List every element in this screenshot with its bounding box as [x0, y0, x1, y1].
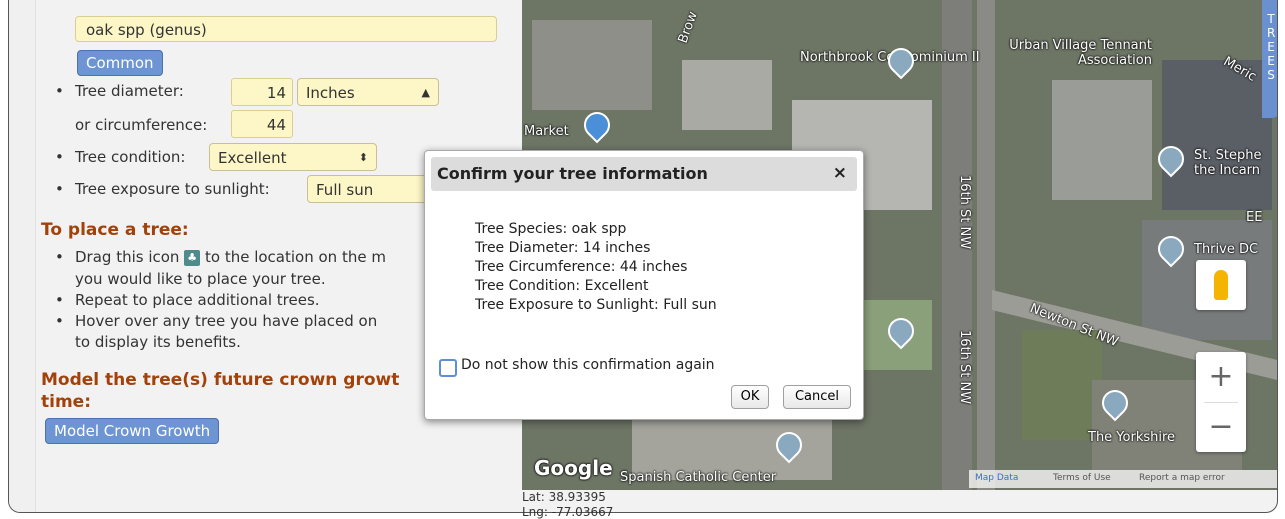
- condition-label: Tree condition:: [55, 148, 186, 166]
- info-line: Tree Exposure to Sunlight: Full sun: [475, 297, 717, 313]
- place-step-1b: you would like to place your tree.: [75, 270, 326, 288]
- place-step-2: Repeat to place additional trees.: [55, 291, 320, 309]
- map-label: 16th St NW: [957, 330, 972, 405]
- close-icon[interactable]: ×: [833, 163, 847, 183]
- map-footer: Map Data Terms of Use Report a map error: [969, 470, 1277, 488]
- circumference-label: or circumference:: [75, 116, 208, 134]
- map-label: Market: [524, 124, 569, 139]
- map-label: 16th St NW: [957, 175, 972, 250]
- pegman-icon: [1214, 270, 1228, 300]
- diameter-unit-value: Inches: [306, 84, 355, 102]
- diameter-input[interactable]: 14: [231, 78, 293, 106]
- google-logo: Google: [534, 456, 613, 480]
- trees-side-tab[interactable]: TREES: [1262, 0, 1277, 118]
- model-crown-growth-button[interactable]: Model Crown Growth: [45, 418, 220, 444]
- zoom-in-button[interactable]: +: [1196, 352, 1246, 402]
- info-line: Tree Species: oak spp: [475, 221, 627, 237]
- place-step-3b: to display its benefits.: [75, 333, 241, 351]
- confirm-dialog: Confirm your tree information × Tree Spe…: [424, 150, 864, 420]
- sunlight-select[interactable]: Full sun: [307, 175, 437, 203]
- map-label: Urban Village Tennant Association: [1009, 38, 1152, 68]
- pegman-button[interactable]: [1196, 260, 1246, 310]
- tree-drag-icon[interactable]: ♣: [184, 249, 201, 266]
- map-label: EE: [1246, 210, 1263, 225]
- info-line: Tree Diameter: 14 inches: [475, 240, 651, 256]
- latitude-readout: Lat: 38.93395: [522, 490, 606, 504]
- place-step-text: Drag this icon: [75, 248, 180, 266]
- trees-tab-label: TREES: [1267, 12, 1276, 82]
- species-input[interactable]: oak spp (genus): [75, 16, 497, 42]
- terms-link[interactable]: Terms of Use: [1053, 473, 1111, 483]
- model-heading-2: time:: [41, 392, 91, 412]
- map-label: Spanish Catholic Center: [620, 470, 777, 485]
- ok-button[interactable]: OK: [731, 385, 769, 409]
- map-label: St. Stephe the Incarn: [1194, 148, 1262, 178]
- sunlight-label: Tree exposure to sunlight:: [55, 180, 270, 198]
- zoom-controls: + −: [1196, 352, 1246, 452]
- dont-show-label: Do not show this confirmation again: [461, 357, 715, 373]
- diameter-unit-select[interactable]: Inches ▲: [297, 78, 439, 106]
- circumference-input[interactable]: 44: [231, 110, 293, 138]
- model-heading: Model the tree(s) future crown growt: [41, 370, 400, 390]
- place-step-1: Drag this icon ♣ to the location on the …: [55, 248, 386, 266]
- info-line: Tree Condition: Excellent: [475, 278, 649, 294]
- map-label: Thrive DC: [1194, 242, 1259, 257]
- condition-select[interactable]: Excellent ⬍: [209, 143, 377, 171]
- select-arrows-icon: ▲: [421, 86, 430, 99]
- select-arrows-icon: ⬍: [358, 151, 368, 164]
- dont-show-checkbox[interactable]: [439, 359, 457, 377]
- common-button[interactable]: Common: [77, 50, 163, 76]
- dialog-header: Confirm your tree information ×: [431, 157, 857, 191]
- sunlight-value: Full sun: [316, 181, 374, 199]
- condition-value: Excellent: [218, 149, 287, 167]
- place-tree-heading: To place a tree:: [41, 220, 189, 240]
- report-error-link[interactable]: Report a map error: [1139, 473, 1225, 483]
- zoom-out-button[interactable]: −: [1196, 402, 1246, 452]
- dialog-title: Confirm your tree information: [437, 164, 708, 183]
- map-data-link[interactable]: Map Data: [975, 473, 1018, 483]
- map-label: The Yorkshire: [1088, 430, 1176, 445]
- place-step-text: to the location on the m: [205, 248, 386, 266]
- cancel-button[interactable]: Cancel: [783, 385, 851, 409]
- info-line: Tree Circumference: 44 inches: [475, 259, 688, 275]
- place-step-3: Hover over any tree you have placed on: [55, 312, 377, 330]
- diameter-label: Tree diameter:: [55, 82, 184, 100]
